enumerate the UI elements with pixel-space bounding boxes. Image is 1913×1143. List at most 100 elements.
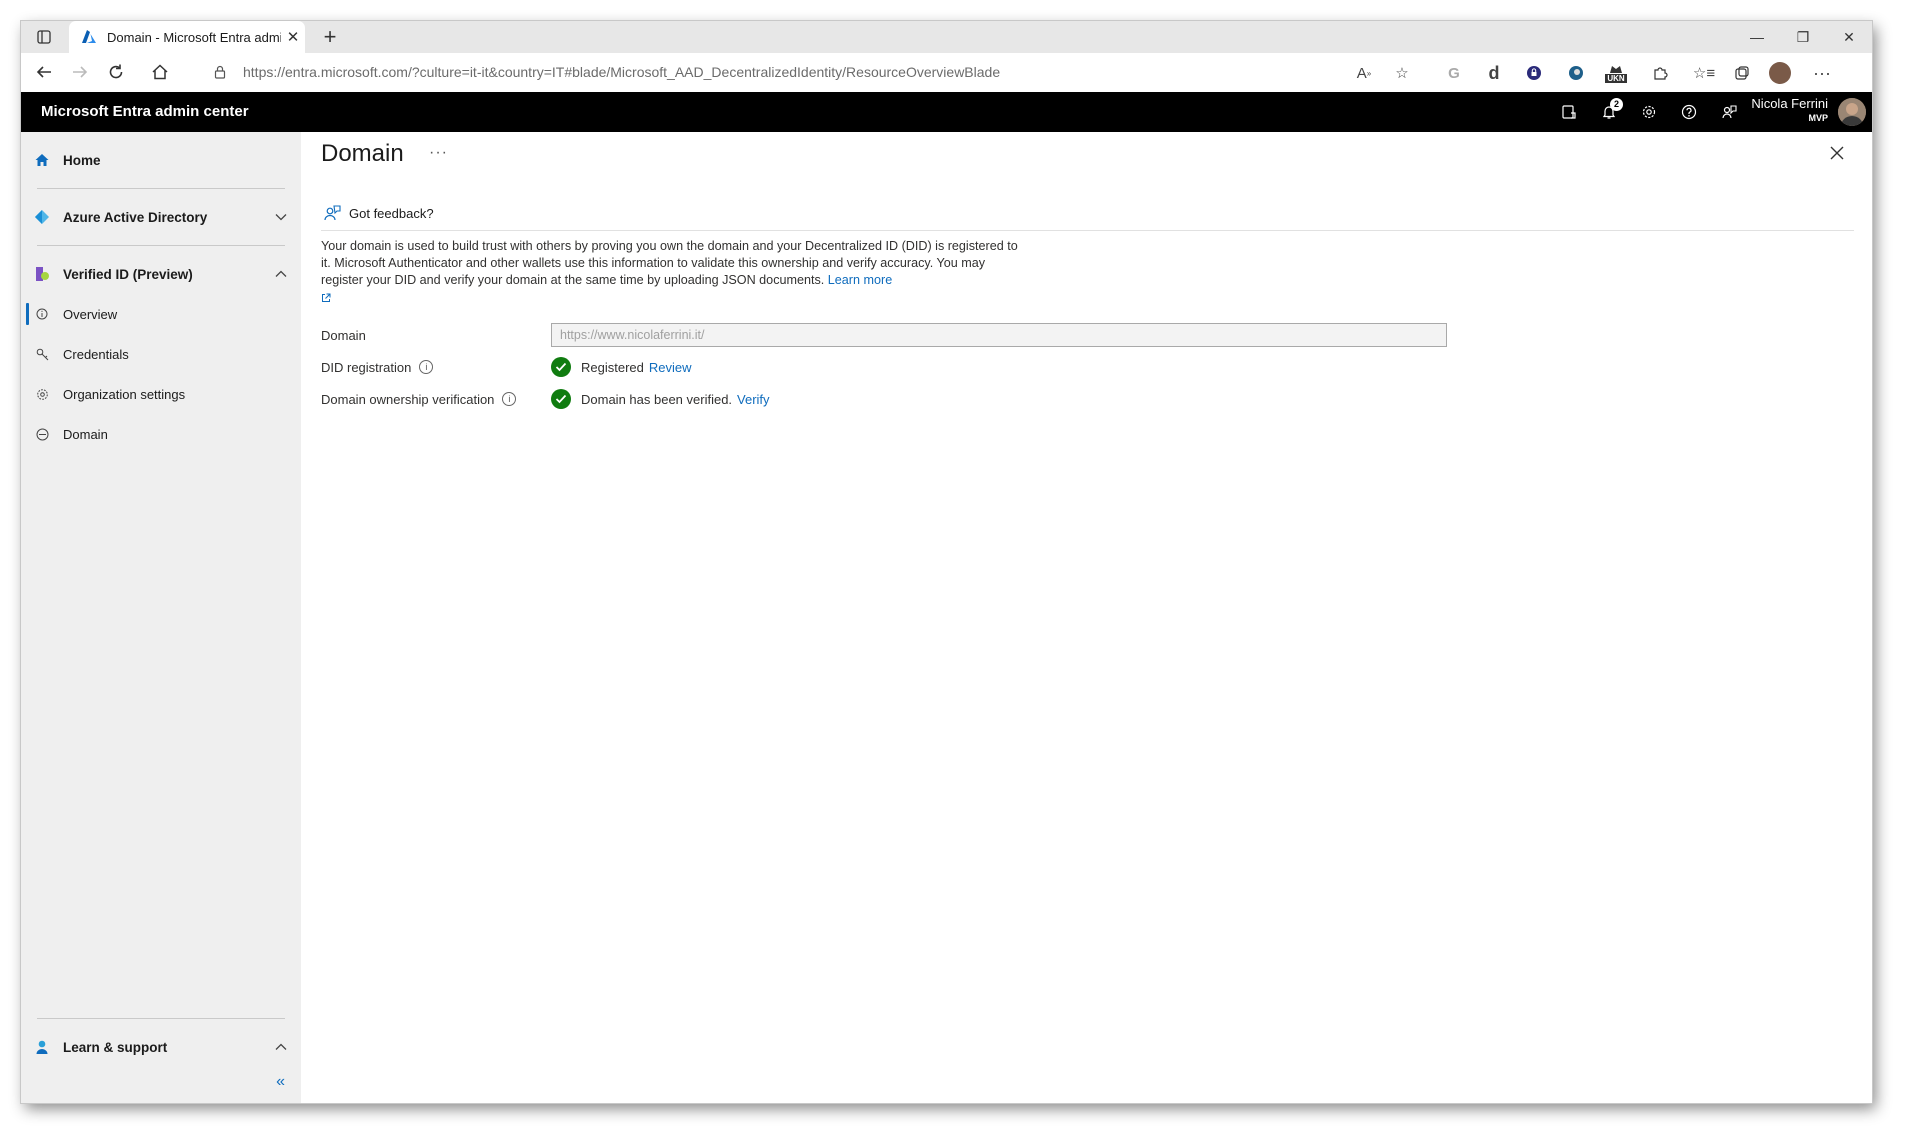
divider: [37, 1018, 285, 1019]
user-name: Nicola Ferrini: [1751, 96, 1828, 111]
back-button[interactable]: [27, 57, 61, 87]
sidebar-item-label: Verified ID (Preview): [63, 266, 193, 282]
help-icon[interactable]: [1669, 92, 1709, 132]
review-link[interactable]: Review: [649, 360, 692, 375]
portal-header: Microsoft Entra admin center 2 Nicola Fe…: [21, 92, 1872, 132]
read-aloud-icon[interactable]: A»: [1349, 58, 1379, 88]
sidebar-item-label: Domain: [63, 426, 108, 442]
external-link-icon[interactable]: [321, 291, 331, 308]
feedback-label: Got feedback?: [349, 205, 434, 221]
azure-favicon-icon: [82, 30, 96, 43]
ukn-extension-icon[interactable]: UKN: [1601, 58, 1631, 88]
sidebar-bottom: Learn & support «: [21, 1010, 301, 1103]
back-arrow-icon: [36, 66, 51, 78]
sidebar-item-label: Home: [63, 152, 101, 168]
did-registration-status: Registered Review: [551, 354, 692, 380]
feedback-header-icon[interactable]: [1709, 92, 1749, 132]
key-icon: [21, 348, 63, 361]
notifications-icon[interactable]: 2: [1589, 92, 1629, 132]
sidebar-nav: Home Azure Active Directory Verified ID …: [21, 140, 301, 454]
info-icon[interactable]: i: [419, 360, 434, 374]
settings-gear-icon[interactable]: [1629, 92, 1669, 132]
chevron-down-icon[interactable]: [261, 210, 301, 224]
d-extension-icon[interactable]: d: [1479, 58, 1509, 88]
divider: [321, 230, 1854, 231]
new-tab-button[interactable]: +: [315, 23, 345, 51]
sidebar-item-label: Overview: [63, 306, 118, 322]
sidebar-item-learn-support[interactable]: Learn & support: [21, 1027, 301, 1067]
sidebar: Home Azure Active Directory Verified ID …: [21, 132, 301, 1103]
tab-bar: Domain - Microsoft Entra admin ✕ + — ❐ ✕: [21, 21, 1872, 53]
restore-button[interactable]: ❐: [1780, 21, 1826, 53]
lock-icon[interactable]: [213, 65, 233, 79]
checkmark-circle-icon: [551, 389, 571, 409]
sidebar-item-label: Azure Active Directory: [63, 209, 208, 225]
globe-extension-icon[interactable]: [1561, 58, 1591, 88]
ownership-status-text: Domain has been verified.: [581, 391, 733, 407]
browser-window: Domain - Microsoft Entra admin ✕ + — ❐ ✕…: [21, 21, 1872, 1103]
domain-icon: [21, 428, 63, 441]
checkmark-circle-icon: [551, 357, 571, 377]
home-browser-icon: [152, 64, 168, 80]
sidebar-item-azure-ad[interactable]: Azure Active Directory: [21, 197, 301, 237]
google-extension-icon[interactable]: G: [1439, 58, 1469, 88]
address-bar: https://entra.microsoft.com/?culture=it-…: [21, 53, 1872, 93]
cloud-shell-icon[interactable]: [1549, 92, 1589, 132]
collapse-chevrons-icon: «: [276, 1073, 285, 1090]
minimize-button[interactable]: —: [1734, 21, 1780, 53]
verify-link[interactable]: Verify: [737, 392, 770, 407]
sidebar-item-domain[interactable]: Domain: [21, 414, 301, 454]
got-feedback-button[interactable]: Got feedback?: [323, 202, 434, 224]
favorite-add-icon[interactable]: ☆: [1387, 58, 1417, 88]
browser-menu-icon[interactable]: ···: [1807, 58, 1837, 88]
ownership-row: Domain ownership verification i: [321, 386, 517, 412]
browser-tab[interactable]: Domain - Microsoft Entra admin ✕: [69, 21, 305, 53]
collections-icon[interactable]: [1727, 58, 1757, 88]
learn-more-link[interactable]: Learn more: [828, 273, 892, 287]
description-text: Your domain is used to build trust with …: [321, 239, 1018, 287]
user-account[interactable]: Nicola Ferrini MVP: [1751, 96, 1828, 124]
collapse-sidebar-button[interactable]: «: [21, 1067, 301, 1103]
ownership-label: Domain ownership verification: [321, 391, 495, 407]
more-options-button[interactable]: ···: [429, 144, 448, 162]
verified-id-icon: [21, 266, 63, 282]
did-registration-row: DID registration i: [321, 354, 434, 380]
sidebar-item-home[interactable]: Home: [21, 140, 301, 180]
sidebar-item-organization-settings[interactable]: Organization settings: [21, 374, 301, 414]
portal-title[interactable]: Microsoft Entra admin center: [41, 92, 249, 132]
tab-close-icon[interactable]: ✕: [281, 28, 305, 46]
did-status-text: Registered: [581, 359, 644, 375]
home-icon: [21, 152, 63, 168]
page-title: Domain: [321, 140, 404, 167]
user-avatar[interactable]: [1838, 98, 1866, 126]
close-window-button[interactable]: ✕: [1826, 21, 1872, 53]
close-blade-button[interactable]: [1824, 140, 1850, 166]
domain-input[interactable]: [551, 323, 1447, 347]
info-icon: [21, 308, 63, 320]
tab-actions-button[interactable]: [21, 21, 67, 53]
home-button[interactable]: [143, 57, 177, 87]
tab-actions-icon: [37, 30, 51, 44]
info-icon[interactable]: i: [502, 392, 517, 406]
divider: [37, 188, 285, 189]
chevron-up-icon[interactable]: [261, 1040, 301, 1054]
divider: [37, 245, 285, 246]
password-extension-icon[interactable]: [1519, 58, 1549, 88]
sidebar-item-credentials[interactable]: Credentials: [21, 334, 301, 374]
sidebar-item-verified-id[interactable]: Verified ID (Preview): [21, 254, 301, 294]
sidebar-item-label: Learn & support: [63, 1039, 168, 1055]
url-field[interactable]: https://entra.microsoft.com/?culture=it-…: [213, 57, 1413, 87]
close-icon: [1830, 146, 1844, 160]
azure-ad-icon: [21, 209, 63, 225]
chevron-up-icon[interactable]: [261, 267, 301, 281]
favorites-icon[interactable]: ☆≡: [1689, 58, 1719, 88]
forward-button[interactable]: [63, 57, 97, 87]
gear-icon: [21, 388, 63, 401]
description: Your domain is used to build trust with …: [321, 238, 1021, 308]
url-text: https://entra.microsoft.com/?culture=it-…: [243, 64, 1001, 80]
refresh-button[interactable]: [99, 57, 133, 87]
profile-avatar-icon[interactable]: [1765, 58, 1795, 88]
extensions-puzzle-icon[interactable]: [1645, 58, 1675, 88]
sidebar-item-overview[interactable]: Overview: [21, 294, 301, 334]
tab-title: Domain - Microsoft Entra admin: [107, 29, 281, 45]
